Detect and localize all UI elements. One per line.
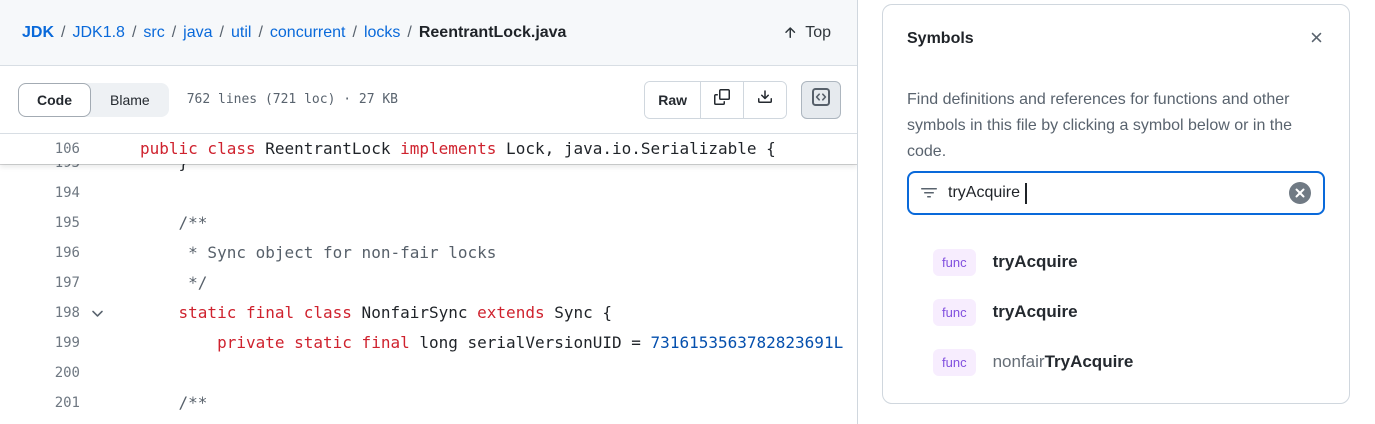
code-viewer: 106 public class ReentrantLock implements… xyxy=(0,134,857,424)
breadcrumb-link-concurrent[interactable]: concurrent xyxy=(270,24,346,42)
code-content: */ xyxy=(114,268,857,298)
symbols-region: Symbols Find definitions and references … xyxy=(859,0,1375,424)
text-caret xyxy=(1025,183,1027,204)
symbol-kind-badge: func xyxy=(933,349,976,376)
breadcrumb-separator: / xyxy=(400,24,418,42)
breadcrumb-separator: / xyxy=(54,24,72,42)
raw-button-label: Raw xyxy=(658,92,687,108)
symbol-result[interactable]: func nonfairTryAcquire xyxy=(907,337,1325,387)
code-pane: JDK/JDK1.8/src/java/util/concurrent/lock… xyxy=(0,0,858,424)
symbols-panel-title: Symbols xyxy=(907,29,1306,49)
breadcrumb-link-locks[interactable]: locks xyxy=(364,24,400,42)
symbol-kind-badge: func xyxy=(933,299,976,326)
breadcrumb-separator: / xyxy=(213,24,231,42)
breadcrumb-current-file: ReentrantLock.java xyxy=(419,24,567,42)
symbol-search-input[interactable] xyxy=(948,184,1289,202)
filter-icon xyxy=(921,185,937,201)
breadcrumb-separator: / xyxy=(165,24,183,42)
tab-blame[interactable]: Blame xyxy=(91,83,169,117)
line-number[interactable]: 194 xyxy=(0,178,80,208)
breadcrumb-separator: / xyxy=(125,24,143,42)
symbols-toggle-button[interactable] xyxy=(801,81,841,119)
line-number[interactable]: 197 xyxy=(0,268,80,298)
code-line-106: 106 public class ReentrantLock implements… xyxy=(0,134,857,164)
symbol-name: tryAcquire xyxy=(993,252,1078,272)
symbols-panel: Symbols Find definitions and references … xyxy=(882,4,1350,404)
breadcrumb-separator: / xyxy=(251,24,269,42)
chevron-placeholder xyxy=(80,358,114,388)
clear-search-button[interactable] xyxy=(1289,182,1311,204)
breadcrumb-separator: / xyxy=(345,24,363,42)
tab-code[interactable]: Code xyxy=(18,83,91,117)
close-symbols-button[interactable] xyxy=(1306,27,1327,53)
collapse-chevron-icon[interactable] xyxy=(80,298,114,328)
chevron-placeholder xyxy=(80,328,114,358)
chevron-placeholder xyxy=(80,388,114,418)
code-content xyxy=(114,358,857,388)
symbol-kind-badge: func xyxy=(933,249,976,276)
back-to-top-button[interactable]: Top xyxy=(782,24,831,42)
code-content: * Sync object for non-fair locks xyxy=(114,238,857,268)
download-icon xyxy=(757,89,773,110)
symbol-result[interactable]: func tryAcquire xyxy=(907,287,1325,337)
code-line-201: 201 /** xyxy=(0,388,857,418)
code-square-icon xyxy=(811,87,831,112)
code-line-194: 194 xyxy=(0,178,857,208)
symbol-name: tryAcquire xyxy=(993,302,1078,322)
code-line-200: 200 xyxy=(0,358,857,388)
sticky-line: 106 public class ReentrantLock implements… xyxy=(0,134,857,164)
back-to-top-label: Top xyxy=(805,24,831,42)
download-button[interactable] xyxy=(743,82,786,118)
copy-icon xyxy=(714,89,730,110)
line-number[interactable]: 199 xyxy=(0,328,80,358)
file-toolbar: Code Blame 762 lines (721 loc) · 27 KB R… xyxy=(0,66,857,134)
line-number[interactable]: 201 xyxy=(0,388,80,418)
symbols-panel-description: Find definitions and references for func… xyxy=(907,87,1325,165)
symbol-result[interactable]: func tryAcquire xyxy=(907,237,1325,287)
chevron-placeholder xyxy=(80,238,114,268)
close-icon xyxy=(1308,29,1325,51)
raw-actions-group: Raw xyxy=(644,81,787,119)
code-lines: 193 }194195 /**196 * Sync object for non… xyxy=(0,134,857,418)
copy-button[interactable] xyxy=(700,82,743,118)
code-content: /** xyxy=(114,388,857,418)
code-content: static final class NonfairSync extends S… xyxy=(114,298,857,328)
line-number[interactable]: 196 xyxy=(0,238,80,268)
code-line-197: 197 */ xyxy=(0,268,857,298)
line-number[interactable]: 198 xyxy=(0,298,80,328)
raw-button[interactable]: Raw xyxy=(645,82,700,118)
breadcrumb-link-jdk[interactable]: JDK xyxy=(22,24,54,42)
code-line-199: 199 private static final long serialVers… xyxy=(0,328,857,358)
code-content: public class ReentrantLock implements Lo… xyxy=(114,134,857,164)
code-content xyxy=(114,178,857,208)
line-number[interactable]: 195 xyxy=(0,208,80,238)
symbol-results: func tryAcquire func tryAcquire func nonfairT… xyxy=(907,237,1325,387)
symbol-search-field xyxy=(907,171,1325,215)
line-number[interactable]: 200 xyxy=(0,358,80,388)
chevron-placeholder xyxy=(80,134,114,164)
code-line-198: 198 static final class NonfairSync exten… xyxy=(0,298,857,328)
file-info: 762 lines (721 loc) · 27 KB xyxy=(187,92,398,107)
breadcrumb-bar: JDK/JDK1.8/src/java/util/concurrent/lock… xyxy=(0,0,857,66)
chevron-placeholder xyxy=(80,208,114,238)
code-blame-switch: Code Blame xyxy=(18,83,169,117)
code-content: private static final long serialVersionU… xyxy=(114,328,857,358)
code-line-196: 196 * Sync object for non-fair locks xyxy=(0,238,857,268)
code-content: /** xyxy=(114,208,857,238)
symbol-name: nonfairTryAcquire xyxy=(993,352,1134,372)
breadcrumb-link-src[interactable]: src xyxy=(143,24,164,42)
breadcrumb-link-java[interactable]: java xyxy=(183,24,212,42)
chevron-placeholder xyxy=(80,268,114,298)
breadcrumb-link-jdk1.8[interactable]: JDK1.8 xyxy=(72,24,124,42)
breadcrumb: JDK/JDK1.8/src/java/util/concurrent/lock… xyxy=(22,24,782,42)
chevron-placeholder xyxy=(80,178,114,208)
breadcrumb-link-util[interactable]: util xyxy=(231,24,251,42)
line-number[interactable]: 106 xyxy=(0,134,80,164)
code-line-195: 195 /** xyxy=(0,208,857,238)
arrow-up-icon xyxy=(782,25,798,41)
